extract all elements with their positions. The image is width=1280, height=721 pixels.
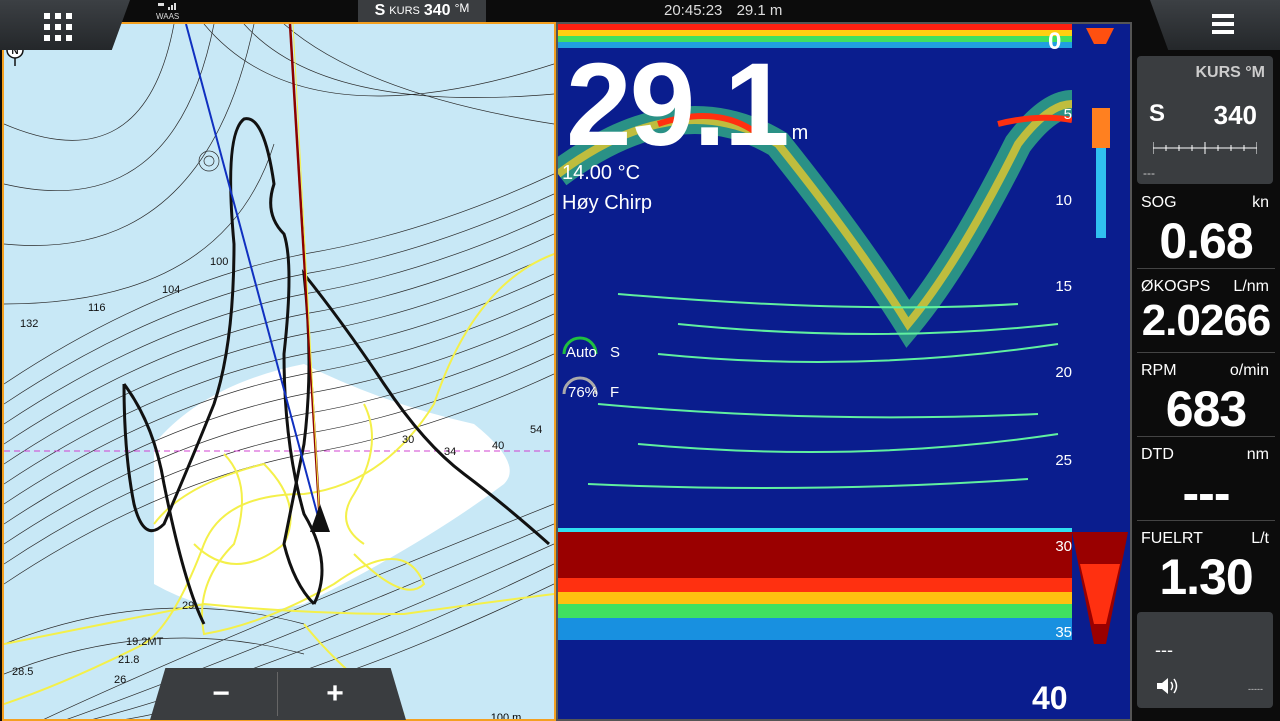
depth-label: 26 <box>114 674 127 686</box>
heading-gauge-letter: S <box>1149 100 1166 127</box>
range-bottom: 40 <box>1032 680 1068 716</box>
depth-scale-tick: 5 <box>1063 106 1072 123</box>
status-depth: 29.1 m <box>736 2 783 19</box>
heading-gauge-dashes: --- <box>1143 166 1155 180</box>
color-label[interactable]: 76% <box>568 384 598 401</box>
depth-scale-tick: 15 <box>1055 278 1072 295</box>
depth-label: 19.2MT <box>126 636 164 648</box>
rpm-unit: o/min <box>1229 362 1269 379</box>
zoom-in-button[interactable]: + <box>290 668 380 720</box>
amplitude-scope <box>1072 24 1128 719</box>
fuel-rate-label: FUELRT <box>1141 530 1203 547</box>
audio-volume-dashes: ----- <box>1248 684 1263 694</box>
heading-value: 340 <box>423 2 451 19</box>
depth-label: 21.8 <box>118 654 140 666</box>
fuel-rate-unit: L/t <box>1251 530 1269 547</box>
depth-label: 30 <box>402 434 415 446</box>
fuel-economy-unit: L/nm <box>1233 278 1269 295</box>
depth-unit: m <box>791 122 809 144</box>
gain-label[interactable]: Auto <box>566 344 597 361</box>
fuel-economy-label: ØKOGPS <box>1141 278 1211 295</box>
audio-source-dashes: --- <box>1155 640 1173 660</box>
rpm-label: RPM <box>1141 362 1177 379</box>
fuel-rate-value: 1.30 <box>1159 549 1253 605</box>
clock-time: 20:45:23 <box>664 2 723 19</box>
apps-grid-icon <box>44 13 72 41</box>
heading-prefix: S <box>374 2 386 19</box>
color-letter: F <box>610 384 620 401</box>
hamburger-icon <box>1212 14 1234 34</box>
fuel-economy-field[interactable]: ØKOGPS L/nm 2.0266 <box>1137 272 1275 353</box>
gain-letter: S <box>610 344 621 361</box>
apps-button[interactable] <box>0 0 130 50</box>
sog-label: SOG <box>1141 194 1177 211</box>
depth-value: 29.1 <box>566 39 790 171</box>
fuel-rate-field[interactable]: FUELRT L/t 1.30 <box>1137 524 1275 605</box>
dtd-field[interactable]: DTD nm --- <box>1137 440 1275 521</box>
zoom-out-button[interactable]: − <box>176 668 266 720</box>
depth-scale-tick: 25 <box>1055 452 1072 469</box>
menu-button[interactable] <box>1150 0 1280 50</box>
sonar-frequency[interactable]: Høy Chirp <box>562 192 652 215</box>
zoom-divider <box>277 672 278 716</box>
dtd-label: DTD <box>1141 446 1174 463</box>
status-readout: 20:45:23 29.1 m <box>664 2 792 19</box>
depth-label: 132 <box>20 318 39 330</box>
depth-label: 104 <box>162 284 181 296</box>
sog-unit: kn <box>1252 194 1269 211</box>
depth-label: 34 <box>444 446 457 458</box>
dtd-unit: nm <box>1246 446 1269 463</box>
sog-field[interactable]: SOG kn 0.68 <box>1137 188 1275 269</box>
depth-label: 28.5 <box>12 666 34 678</box>
heading-gauge-title: KURS °M <box>1195 64 1265 81</box>
audio-control[interactable]: --- ----- <box>1137 612 1273 708</box>
gps-label: WAAS <box>156 12 180 21</box>
heading-gauge[interactable]: KURS °M S 340 --- <box>1137 56 1273 184</box>
compass-ticks-icon <box>1153 142 1257 154</box>
heading-indicator[interactable]: S KURS 340 °M <box>358 0 486 22</box>
gps-indicator: WAAS <box>156 1 180 21</box>
speaker-icon[interactable] <box>1155 676 1179 702</box>
top-bar <box>0 0 1280 22</box>
depth-label: 40 <box>492 440 505 452</box>
rpm-field[interactable]: RPM o/min 683 <box>1137 356 1275 437</box>
water-temperature: 14.00 °C <box>562 162 641 184</box>
heading-gauge-value: 340 <box>1213 100 1257 130</box>
depth-scale-tick: 10 <box>1055 192 1072 209</box>
chart-panel[interactable]: 100 104 116 132 30 34 40 54 29 19.2MT 21… <box>2 22 556 721</box>
depth-scale-tick: 35 <box>1055 624 1072 641</box>
satellite-icon <box>158 3 176 10</box>
depth-label: 54 <box>530 424 543 436</box>
sonar-panel[interactable]: 29.1 m 14.00 °C Høy Chirp Auto S 76% F 0 … <box>556 22 1132 721</box>
depth-scale-tick: 20 <box>1055 364 1072 381</box>
data-sidebar: KURS °M S 340 --- SOG kn 0.68 ØKOGPS L/n… <box>1132 50 1280 720</box>
depth-label: 100 <box>210 256 229 268</box>
zoom-controls: − + <box>150 668 406 720</box>
heading-unit: °M <box>454 1 470 15</box>
sog-value: 0.68 <box>1159 213 1253 269</box>
chart-map[interactable] <box>4 24 554 719</box>
depth-label: 116 <box>88 302 106 314</box>
heading-label: KURS <box>389 5 420 17</box>
fuel-economy-value: 2.0266 <box>1141 296 1272 345</box>
depth-label: 29 <box>182 600 195 612</box>
range-top: 0 <box>1048 28 1062 55</box>
depth-scale-tick: 30 <box>1055 538 1072 555</box>
dtd-value: --- <box>1182 465 1231 521</box>
rpm-value: 683 <box>1165 381 1247 437</box>
